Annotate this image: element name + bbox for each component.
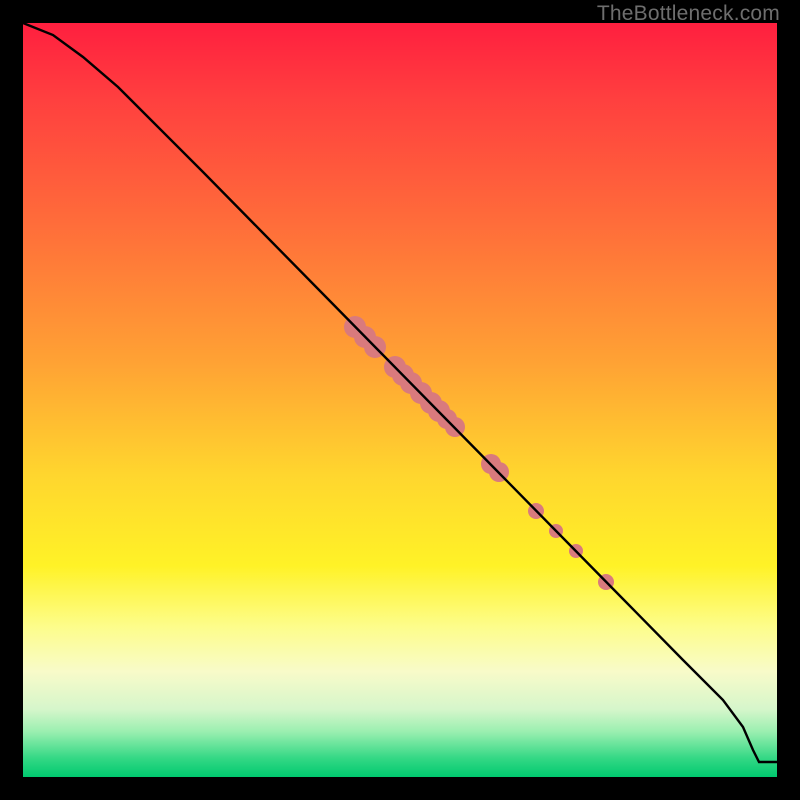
chart-overlay (23, 23, 777, 777)
trend-line (23, 23, 777, 762)
watermark-text: TheBottleneck.com (597, 2, 780, 26)
chart-stage: TheBottleneck.com (0, 0, 800, 800)
